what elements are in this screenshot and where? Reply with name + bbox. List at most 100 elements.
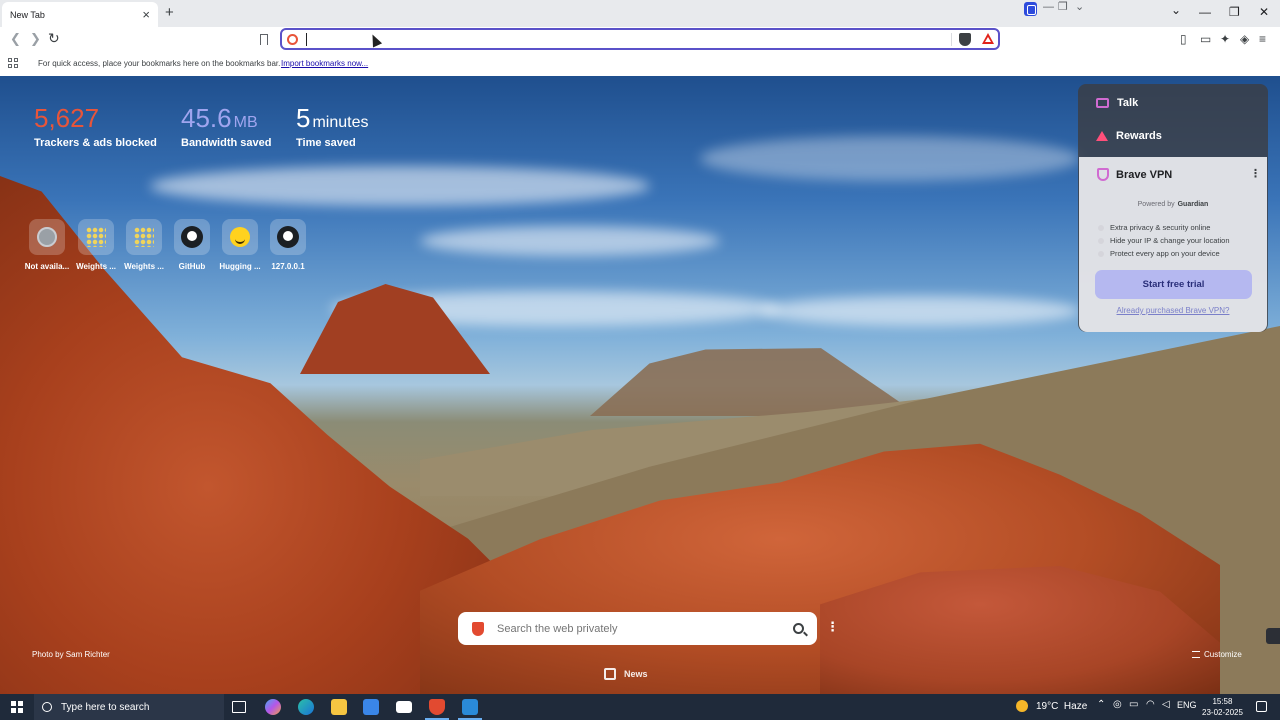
search-box[interactable] [458, 612, 817, 645]
news-button[interactable]: News [604, 668, 648, 680]
rewards-label: Rewards [1116, 130, 1162, 142]
bandwidth-value: 45.6 [181, 103, 232, 133]
close-tab-icon[interactable]: × [142, 8, 150, 21]
wifi-icon[interactable]: ◠ [1146, 700, 1155, 710]
tab-new-tab[interactable]: New Tab × [2, 2, 158, 27]
clock-date: 23-02-2025 [1202, 708, 1243, 717]
window-close-button[interactable]: ✕ [1259, 6, 1269, 18]
tray-app-icon[interactable]: ◎ [1113, 700, 1122, 710]
weather-condition: Haze [1063, 700, 1088, 712]
already-purchased-link[interactable]: Already purchased Brave VPN? [1079, 306, 1267, 315]
reload-button[interactable]: ↻ [48, 31, 60, 45]
stat-time-saved: 5 minutes Time saved [296, 105, 369, 149]
brave-browser-icon[interactable] [425, 699, 449, 720]
leo-ai-icon[interactable]: ✦ [1220, 33, 1230, 45]
windows-start-icon[interactable] [11, 701, 23, 713]
bandwidth-label: Bandwidth saved [181, 137, 272, 149]
strip-fullscreen-icon[interactable]: ❐ [1058, 2, 1068, 13]
taskbar-search[interactable]: Type here to search [34, 694, 224, 720]
customize-button[interactable]: Customize [1192, 650, 1242, 659]
rewards-widget[interactable]: Rewards [1096, 130, 1162, 142]
weather-temp: 19°C [1036, 700, 1059, 712]
vpn-icon[interactable]: ◈ [1240, 33, 1249, 45]
weather-widget[interactable]: 19°C Haze [1016, 700, 1087, 712]
trackers-label: Trackers & ads blocked [34, 137, 157, 149]
window-minimize-button[interactable]: — [1199, 6, 1211, 18]
brave-shields-icon[interactable] [959, 33, 971, 46]
globe-icon [37, 227, 57, 247]
trackers-count: 5,627 [34, 103, 100, 133]
browser-toolbar: ❮ ❯ ↻ ▯ ▭ ✦ ◈ ≡ [0, 27, 1280, 53]
top-site-tile[interactable]: 127.0.0.1 [260, 219, 316, 271]
vpn-feature: Hide your IP & change your location [1098, 236, 1230, 245]
vpn-shield-icon [1097, 168, 1109, 181]
github-icon [181, 226, 203, 248]
tray-battery-icon[interactable]: ▭ [1129, 700, 1138, 710]
vpn-more-options-icon[interactable]: ⋮ [1250, 169, 1261, 180]
customize-icon [1192, 651, 1200, 658]
photo-credit[interactable]: Photo by Sam Richter [32, 650, 110, 659]
news-label: News [624, 669, 648, 679]
new-tab-button[interactable]: + [165, 5, 174, 20]
stat-trackers-blocked: 5,627 Trackers & ads blocked [34, 105, 157, 149]
address-bar[interactable] [280, 28, 1000, 50]
copilot-icon[interactable] [265, 699, 281, 715]
top-site-tile[interactable]: Not availa... [19, 219, 75, 271]
file-explorer-icon[interactable] [331, 699, 347, 715]
task-view-icon[interactable] [232, 701, 246, 713]
search-options-icon[interactable]: ⋮ [826, 620, 839, 633]
import-bookmarks-link[interactable]: Import bookmarks now... [281, 59, 368, 68]
address-input[interactable] [304, 32, 944, 46]
talk-icon [1096, 98, 1109, 108]
sidebar-icon[interactable]: ▯ [1180, 33, 1187, 45]
strip-minimize-icon[interactable]: — [1043, 2, 1054, 13]
mail-icon[interactable] [396, 701, 412, 713]
clock-time: 15:58 [1212, 697, 1233, 706]
cloud [420, 226, 720, 256]
wallet-icon[interactable]: ▭ [1200, 33, 1211, 45]
time-unit: minutes [312, 114, 369, 131]
vpn-widget-card: Brave VPN ⋮ Powered by Guardian Extra pri… [1079, 157, 1267, 332]
vscode-icon[interactable] [458, 699, 482, 720]
news-icon [604, 668, 616, 680]
customize-label: Customize [1204, 650, 1242, 659]
site-info-icon[interactable] [287, 34, 298, 45]
weights-biases-icon [134, 227, 154, 247]
start-free-trial-button[interactable]: Start free trial [1095, 270, 1252, 299]
search-icon[interactable] [793, 623, 804, 634]
top-site-label: 127.0.0.1 [271, 262, 305, 271]
input-language[interactable]: ENG [1177, 701, 1197, 710]
system-clock[interactable]: 15:58 23-02-2025 [1202, 696, 1243, 718]
forward-button[interactable]: ❯ [30, 32, 41, 45]
tab-title: New Tab [10, 9, 45, 20]
tray-overflow-icon[interactable]: ⌃ [1097, 700, 1105, 710]
brave-logo-icon [472, 621, 484, 636]
window-restore-button[interactable]: ❐ [1229, 6, 1240, 18]
volume-icon[interactable]: ◁ [1162, 700, 1170, 710]
weather-haze-icon [1016, 700, 1028, 712]
edge-icon[interactable] [298, 699, 314, 715]
menu-icon[interactable]: ≡ [1259, 33, 1266, 45]
notification-icon[interactable] [1256, 701, 1267, 712]
talk-widget[interactable]: Talk [1096, 97, 1138, 109]
vpn-powered-by: Powered by Guardian [1079, 201, 1267, 208]
tab-search-chevron-icon[interactable]: ⌄ [1171, 4, 1181, 16]
taskbar-search-text: Type here to search [61, 701, 150, 713]
text-caret [306, 33, 307, 46]
time-label: Time saved [296, 137, 356, 149]
store-icon[interactable] [363, 699, 379, 715]
bookmark-icon[interactable] [260, 34, 268, 45]
back-button[interactable]: ❮ [10, 32, 21, 45]
cloud [760, 296, 1080, 326]
brave-rewards-icon[interactable] [982, 33, 994, 44]
search-input[interactable] [497, 622, 793, 635]
vpn-status-icon[interactable] [1024, 2, 1037, 16]
cloud [700, 136, 1080, 181]
side-panel-tab[interactable] [1266, 628, 1280, 644]
powered-by-text: Powered by [1137, 201, 1175, 208]
apps-grid-icon[interactable] [8, 58, 18, 68]
github-icon [277, 226, 299, 248]
vpn-feature: Extra privacy & security online [1098, 223, 1210, 232]
strip-chevron-icon[interactable]: ⌄ [1075, 2, 1084, 13]
cloud [150, 166, 650, 206]
